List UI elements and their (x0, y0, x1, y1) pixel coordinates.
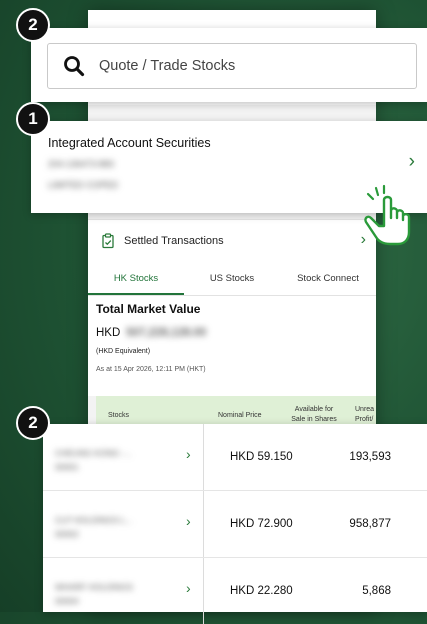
available-shares: 193,593 (349, 451, 391, 463)
nominal-price: HKD 59.150 (230, 451, 293, 463)
clipboard-check-icon (102, 233, 114, 249)
chevron-right-icon: › (186, 446, 191, 462)
settled-transactions-row[interactable]: Settled Transactions › (88, 219, 376, 263)
nominal-price: HKD 72.900 (230, 518, 293, 530)
step-badge-search: 2 (16, 8, 50, 42)
holding-row[interactable]: CHEUNG KONG -... 00001 › HKD 59.150 193,5… (43, 424, 427, 491)
settled-label: Settled Transactions (124, 235, 224, 247)
market-value-amount: 507,228,128.00 (126, 327, 207, 339)
account-holder: LIMITED COPED (48, 180, 119, 190)
tab-stock-connect[interactable]: Stock Connect (280, 262, 376, 295)
quote-search-card (31, 28, 427, 102)
col-stocks: Stocks (108, 412, 130, 419)
search-input[interactable] (99, 58, 389, 74)
step-badge-account: 1 (16, 102, 50, 136)
chevron-right-icon: › (408, 151, 415, 172)
stock-name: CHEUNG KONG -... 00001 (55, 448, 132, 472)
column-divider (203, 491, 204, 557)
tab-hk-stocks[interactable]: HK Stocks (88, 262, 184, 295)
market-value-row: HKD 507,228,128.00 (96, 327, 368, 339)
stock-name: CLP HOLDINGS L... 00002 (55, 515, 133, 539)
market-tabs: HK Stocks US Stocks Stock Connect (88, 262, 376, 296)
account-title: Integrated Account Securities (48, 136, 211, 150)
col-unrealised-line2: Profit/ (355, 416, 374, 423)
search-icon (64, 56, 85, 77)
stock-name: WHARF HOLDINGS 00004 (55, 582, 133, 606)
chevron-right-icon: › (186, 513, 191, 529)
col-nominal-price: Nominal Price (218, 412, 262, 419)
as-at-timestamp: As at 15 Apr 2026, 12:11 PM (HKT) (96, 366, 206, 373)
column-divider (203, 558, 204, 624)
available-shares: 958,877 (349, 518, 391, 530)
available-shares: 5,868 (362, 585, 391, 597)
col-unrealised-line1: Unrea (355, 406, 375, 413)
holdings-list: CHEUNG KONG -... 00001 › HKD 59.150 193,5… (43, 424, 427, 624)
step-badge-holdings: 2 (16, 406, 50, 440)
column-divider (203, 424, 204, 490)
col-available-line2: Sale in Shares (291, 416, 337, 423)
col-available-line1: Available for (294, 406, 334, 413)
market-value-panel: Total Market Value HKD 507,228,128.00 (H… (88, 296, 376, 396)
tab-us-stocks[interactable]: US Stocks (184, 262, 280, 295)
holding-row[interactable]: WHARF HOLDINGS 00004 › HKD 22.280 5,868 (43, 558, 427, 624)
currency-label: HKD (96, 327, 121, 339)
market-value-title: Total Market Value (96, 302, 201, 316)
search-box[interactable] (47, 43, 417, 89)
tap-hand-icon (364, 184, 411, 246)
chevron-right-icon: › (186, 580, 191, 596)
hkd-equivalent-note: (HKD Equivalent) (96, 348, 151, 355)
account-number: 204-136473-883 (48, 159, 115, 169)
nominal-price: HKD 22.280 (230, 585, 293, 597)
holding-row[interactable]: CLP HOLDINGS L... 00002 › HKD 72.900 958,… (43, 491, 427, 558)
